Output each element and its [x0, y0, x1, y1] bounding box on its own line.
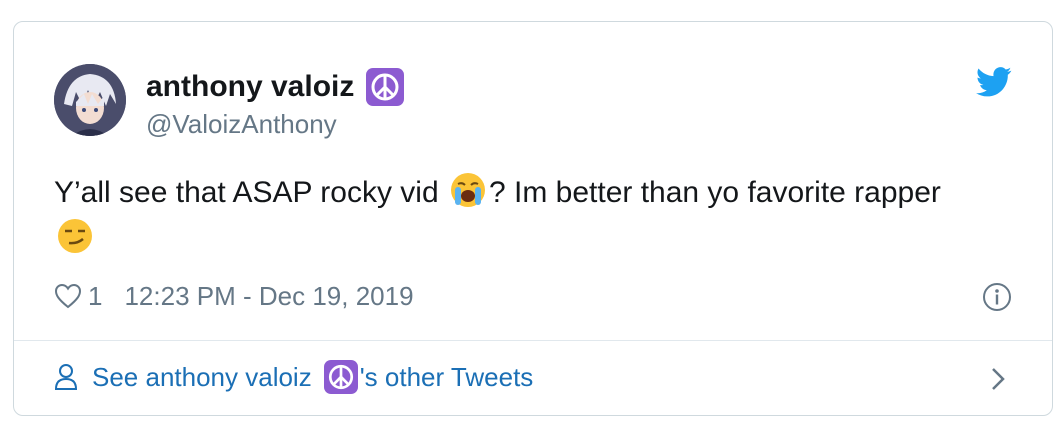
tweet-meta: 1 12:23 PM - Dec 19, 2019 — [54, 280, 414, 312]
author-display-name[interactable]: anthony valoiz — [146, 69, 354, 105]
peace-symbol-icon — [323, 360, 358, 394]
avatar-image — [54, 64, 126, 136]
person-icon — [54, 364, 78, 390]
loudly-crying-face-emoji-icon — [450, 173, 485, 207]
embedded-tweet-card: anthony valoiz @ValoizAnthony Y’all see … — [13, 21, 1053, 416]
divider — [14, 340, 1052, 341]
see-other-tweets-link[interactable]: See anthony valoiz 's other Tweets — [54, 359, 533, 395]
chevron-right-icon[interactable] — [990, 366, 1006, 397]
smirking-face-emoji-icon — [58, 219, 92, 253]
like-count[interactable]: 1 — [88, 280, 102, 312]
see-other-tweets-prefix[interactable]: See anthony valoiz — [92, 359, 312, 395]
see-other-tweets-suffix[interactable]: 's other Tweets — [360, 359, 534, 395]
tweet-text-part2: ? Im better than yo favorite rapper — [488, 176, 941, 209]
tweet-timestamp[interactable]: 12:23 PM - Dec 19, 2019 — [124, 280, 413, 312]
twitter-bird-icon[interactable] — [976, 67, 1012, 102]
info-icon[interactable] — [982, 282, 1012, 317]
tweet-text: Y’all see that ASAP rocky vid ? Im bette… — [54, 170, 1014, 262]
author-handle[interactable]: @ValoizAnthony — [146, 108, 337, 140]
heart-icon[interactable] — [54, 283, 82, 309]
tweet-text-part1: Y’all see that ASAP rocky vid — [54, 176, 447, 209]
avatar[interactable] — [54, 64, 126, 136]
author-name-row[interactable]: anthony valoiz — [146, 68, 405, 106]
peace-symbol-icon — [366, 68, 405, 106]
